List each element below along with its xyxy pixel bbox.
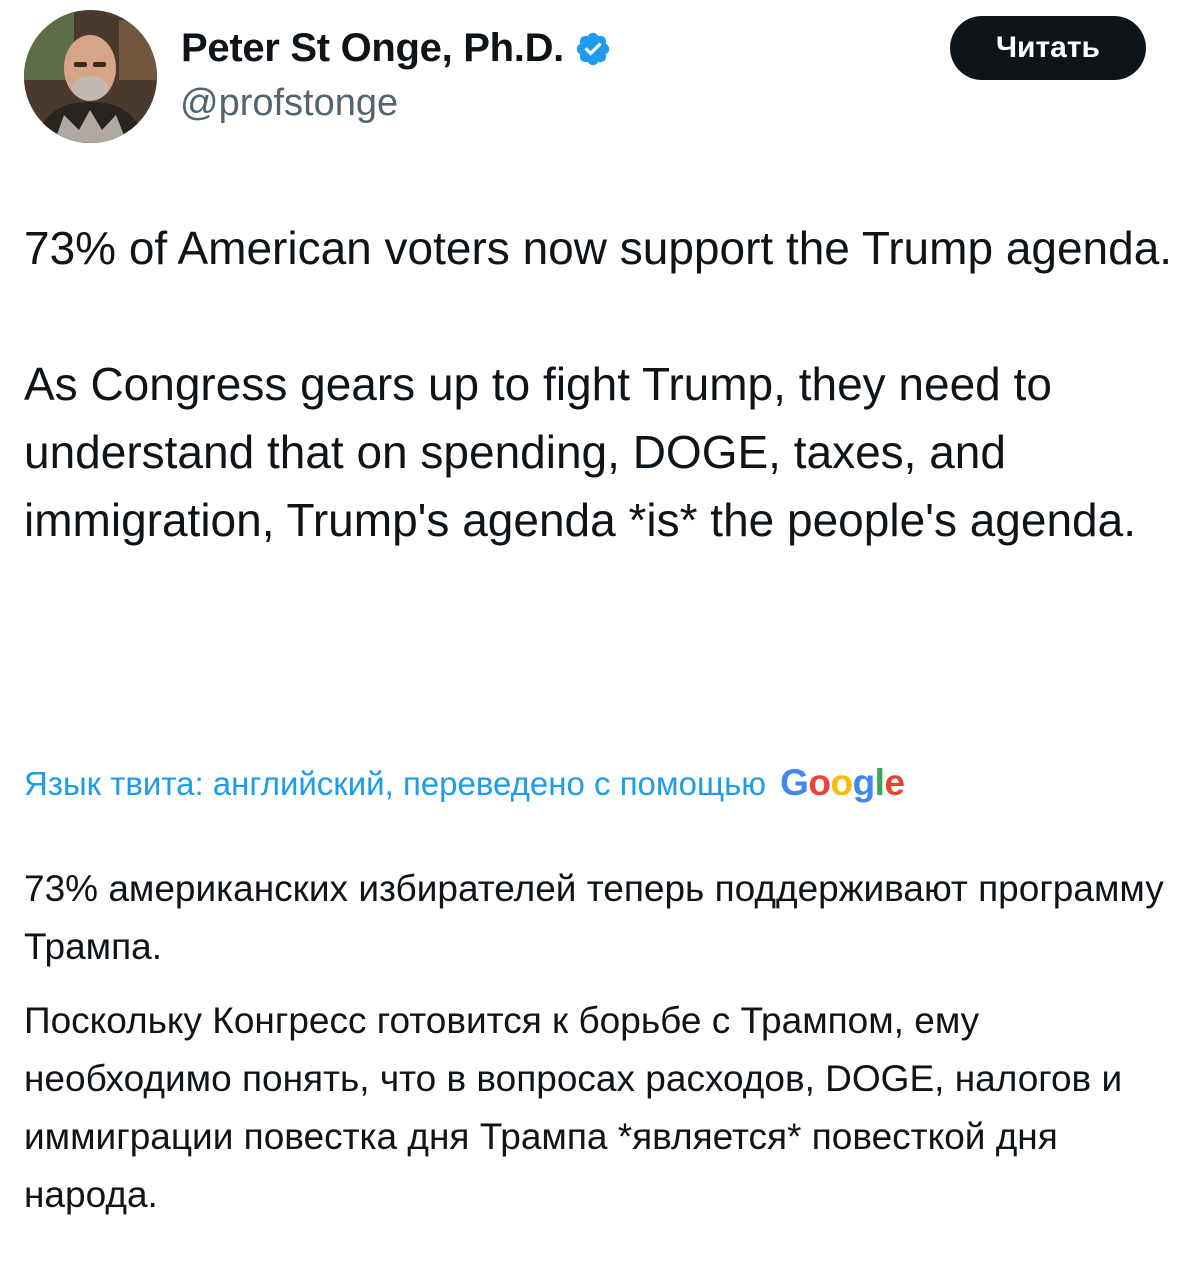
translated-paragraph: 73% американских избирателей теперь подд… (24, 868, 1164, 967)
author-handle[interactable]: @profstonge (180, 82, 398, 125)
follow-button[interactable]: Читать (950, 16, 1146, 80)
tweet-paragraph: 73% of American voters now support the T… (24, 222, 1173, 274)
author-name-row: Peter St Onge, Ph.D. (181, 26, 612, 71)
translation-note-text: Язык твита: английский, переведено с пом… (24, 765, 767, 802)
verified-badge-icon (576, 32, 610, 65)
google-logo: Google (780, 762, 905, 803)
avatar-portrait-image (24, 10, 157, 143)
author-display-name[interactable]: Peter St Onge, Ph.D. (181, 26, 564, 71)
translation-attribution[interactable]: Язык твита: английский, переведено с пом… (24, 762, 905, 804)
author-avatar[interactable] (24, 10, 157, 143)
translated-tweet-body: 73% американских избирателей теперь подд… (24, 860, 1174, 1224)
tweet-paragraph: As Congress gears up to fight Trump, the… (24, 358, 1136, 546)
translated-paragraph: Поскольку Конгресс готовится к борьбе с … (24, 1000, 1123, 1215)
tweet-body: 73% of American voters now support the T… (24, 214, 1174, 554)
